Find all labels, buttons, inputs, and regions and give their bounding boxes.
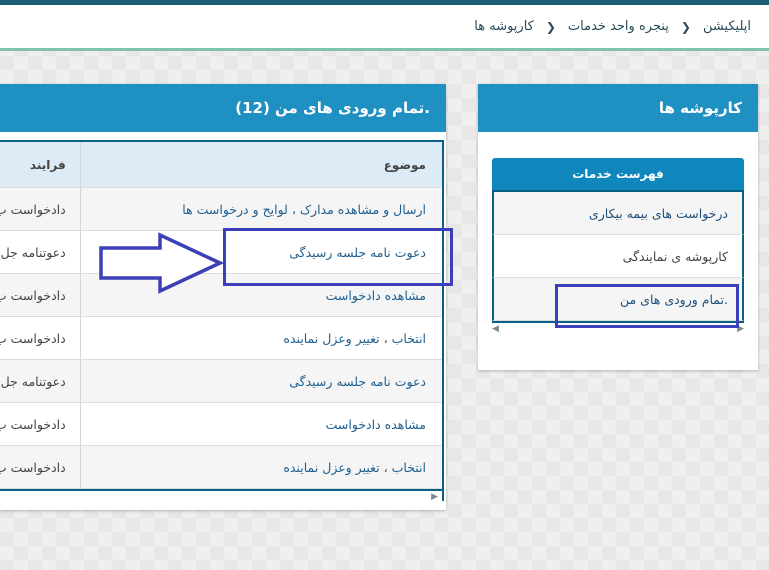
inbox-panel: .تمام ورودی های من (12) موضوع فرایند ارس… <box>0 84 446 510</box>
cell-topic[interactable]: ارسال و مشاهده مدارک ، لوایح و درخواست ه… <box>79 188 442 230</box>
cell-process: دادخواست ب <box>0 330 66 346</box>
table-header: موضوع فرایند <box>0 142 442 188</box>
breadcrumb-workfolders[interactable]: کارپوشه ها <box>474 19 534 34</box>
service-item-representation[interactable]: کارپوشه ی نمایندگی <box>492 235 744 278</box>
horizontal-scrollbar[interactable]: ▶ <box>0 489 442 502</box>
inbox-table: موضوع فرایند ارسال و مشاهده مدارک ، لوای… <box>0 140 444 502</box>
panel-title: کارپوشه ها <box>478 84 758 132</box>
highlight-box-invitation-row <box>223 228 453 286</box>
scroll-right-icon[interactable]: ▶ <box>431 492 438 502</box>
scroll-left-icon[interactable]: ◀ <box>492 324 499 334</box>
breadcrumb-app[interactable]: اپلیکیشن <box>703 19 751 34</box>
cell-process: دعوتنامه جل <box>0 373 66 389</box>
column-topic[interactable]: موضوع <box>79 142 442 187</box>
cell-process: دادخواست ب <box>0 416 66 432</box>
services-header: فهرست خدمات <box>492 158 744 192</box>
table-row[interactable]: انتخاب ، تغییر وعزل نماینده دادخواست ب <box>0 446 442 489</box>
highlight-box-all-inbox <box>555 284 739 328</box>
cell-topic[interactable]: دعوت نامه جلسه رسیدگی <box>79 360 442 402</box>
table-row[interactable]: مشاهده دادخواست دادخواست ب <box>0 403 442 446</box>
cell-process: دعوتنامه جل <box>0 244 66 260</box>
breadcrumb-services[interactable]: پنجره واحد خدمات <box>568 19 669 34</box>
cell-topic[interactable]: انتخاب ، تغییر وعزل نماینده <box>79 317 442 359</box>
service-item-unemployment[interactable]: درخواست های بیمه بیکاری <box>492 192 744 235</box>
cell-topic[interactable]: مشاهده دادخواست <box>79 403 442 445</box>
cell-process: دادخواست ب <box>0 459 66 475</box>
cell-process: دادخواست ب <box>0 201 66 217</box>
chevron-left-icon: ❮ <box>545 19 556 34</box>
breadcrumb: اپلیکیشن ❮ پنجره واحد خدمات ❮ کارپوشه ها <box>0 5 769 51</box>
table-row[interactable]: انتخاب ، تغییر وعزل نماینده دادخواست ب <box>0 317 442 360</box>
chevron-left-icon: ❮ <box>680 19 691 34</box>
table-row[interactable]: دعوت نامه جلسه رسیدگی دعوتنامه جل <box>0 360 442 403</box>
pointer-arrow-icon <box>99 232 224 294</box>
panel-title: .تمام ورودی های من (12) <box>0 84 446 132</box>
column-process[interactable]: فرایند <box>0 142 80 187</box>
table-row[interactable]: ارسال و مشاهده مدارک ، لوایح و درخواست ه… <box>0 188 442 231</box>
cell-process: دادخواست ب <box>0 287 66 303</box>
cell-topic[interactable]: انتخاب ، تغییر وعزل نماینده <box>79 446 442 488</box>
